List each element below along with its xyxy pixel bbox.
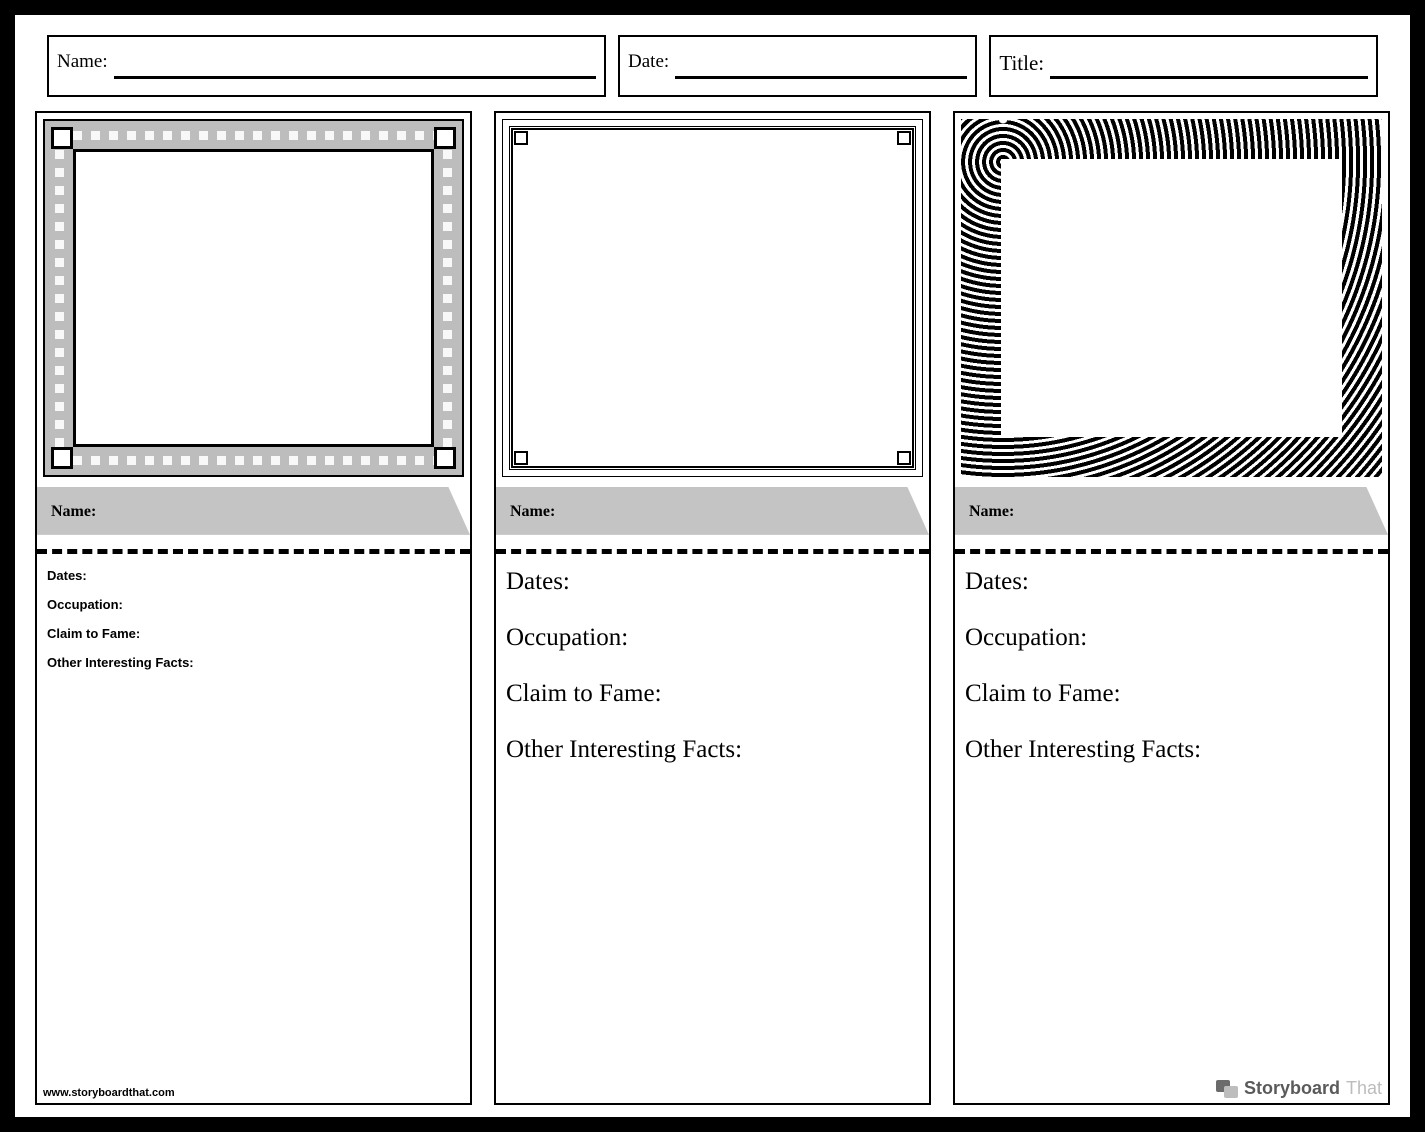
fact-claim: Claim to Fame: bbox=[47, 626, 460, 641]
storyboardthat-logo-icon bbox=[1216, 1080, 1238, 1098]
fact-occupation: Occupation: bbox=[506, 624, 919, 652]
fact-other: Other Interesting Facts: bbox=[47, 655, 460, 670]
name-banner-1: Name: bbox=[37, 487, 470, 535]
dashed-separator bbox=[37, 549, 470, 554]
header-title-line bbox=[1050, 51, 1368, 79]
name-banner-label: Name: bbox=[955, 487, 1388, 521]
header-date-field[interactable]: Date: bbox=[618, 35, 977, 97]
header-name-field[interactable]: Name: bbox=[47, 35, 606, 97]
header-date-line bbox=[675, 51, 967, 79]
frame-corner-icon bbox=[514, 451, 528, 465]
frame-corner-icon bbox=[434, 127, 456, 149]
bio-panel-3: Name: Dates: Occupation: Claim to Fame: … bbox=[953, 111, 1390, 1105]
frame-corner-icon bbox=[514, 131, 528, 145]
facts-area-3: Dates: Occupation: Claim to Fame: Other … bbox=[955, 562, 1388, 1103]
bio-panel-2: Name: Dates: Occupation: Claim to Fame: … bbox=[494, 111, 931, 1105]
header-title-field[interactable]: Title: bbox=[989, 35, 1378, 97]
fact-other: Other Interesting Facts: bbox=[965, 736, 1378, 764]
header-date-label: Date: bbox=[628, 51, 675, 73]
frame-corner-icon bbox=[897, 451, 911, 465]
name-banner-label: Name: bbox=[496, 487, 929, 521]
name-banner-2: Name: bbox=[496, 487, 929, 535]
facts-area-2: Dates: Occupation: Claim to Fame: Other … bbox=[496, 562, 929, 1103]
photo-frame-artdeco[interactable] bbox=[961, 119, 1382, 477]
photo-frame-filmstrip[interactable] bbox=[43, 119, 464, 477]
brand-text-1: Storyboard bbox=[1244, 1078, 1340, 1099]
fact-occupation: Occupation: bbox=[965, 624, 1378, 652]
frame-corner-icon bbox=[51, 447, 73, 469]
header-title-label: Title: bbox=[999, 51, 1050, 76]
frame-corner-icon bbox=[897, 131, 911, 145]
fact-claim: Claim to Fame: bbox=[506, 680, 919, 708]
frame-corner-icon bbox=[434, 447, 456, 469]
frame-corner-icon bbox=[51, 127, 73, 149]
frame-wrap-2 bbox=[496, 113, 929, 483]
photo-area bbox=[509, 126, 916, 470]
fact-dates: Dates: bbox=[47, 568, 460, 583]
header-row: Name: Date: Title: bbox=[47, 35, 1378, 97]
page-outer: Name: Date: Title: bbox=[0, 0, 1425, 1132]
dashed-separator bbox=[496, 549, 929, 554]
header-name-label: Name: bbox=[57, 51, 114, 73]
facts-area-1: Dates: Occupation: Claim to Fame: Other … bbox=[37, 562, 470, 1083]
fact-occupation: Occupation: bbox=[47, 597, 460, 612]
brand-text-2: That bbox=[1346, 1078, 1382, 1099]
frame-wrap-1 bbox=[37, 113, 470, 483]
fact-dates: Dates: bbox=[965, 568, 1378, 596]
dashed-separator bbox=[955, 549, 1388, 554]
worksheet-sheet: Name: Date: Title: bbox=[15, 15, 1410, 1117]
name-banner-label: Name: bbox=[37, 487, 470, 521]
photo-area bbox=[1001, 159, 1342, 437]
fact-other: Other Interesting Facts: bbox=[506, 736, 919, 764]
photo-area bbox=[73, 149, 434, 447]
bio-panel-1: Name: Dates: Occupation: Claim to Fame: … bbox=[35, 111, 472, 1105]
fact-claim: Claim to Fame: bbox=[965, 680, 1378, 708]
footer-url: www.storyboardthat.com bbox=[37, 1083, 470, 1103]
photo-frame-double-border[interactable] bbox=[502, 119, 923, 477]
fact-dates: Dates: bbox=[506, 568, 919, 596]
header-name-line bbox=[114, 51, 596, 79]
panels-row: Name: Dates: Occupation: Claim to Fame: … bbox=[35, 111, 1390, 1105]
frame-wrap-3 bbox=[955, 113, 1388, 483]
name-banner-3: Name: bbox=[955, 487, 1388, 535]
footer-brand: Storyboard That bbox=[1216, 1078, 1382, 1099]
